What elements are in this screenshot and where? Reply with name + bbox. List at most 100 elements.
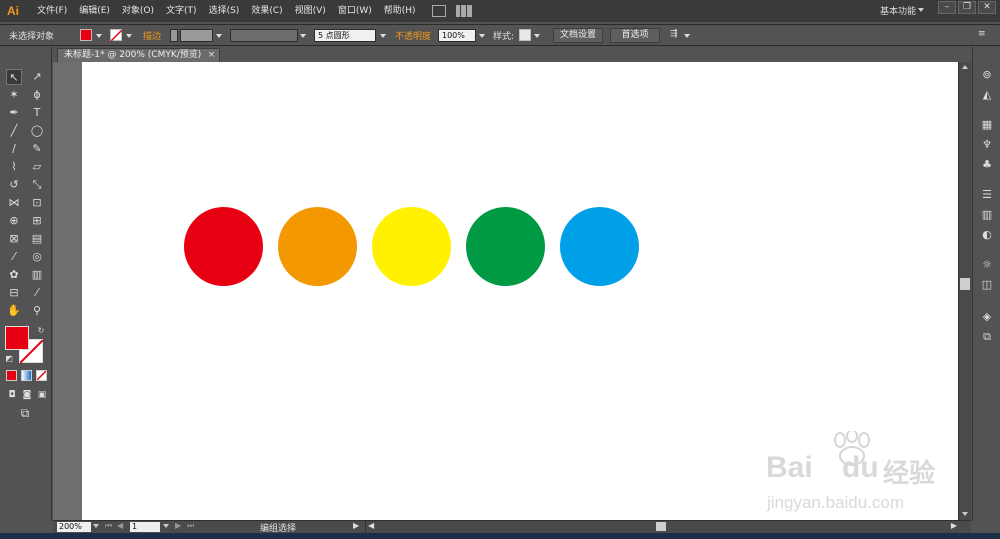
column-graph-tool-icon[interactable]: ▥ — [29, 267, 45, 283]
graphic-styles-panel-icon[interactable]: ◫ — [979, 277, 995, 293]
chevron-down-icon[interactable] — [96, 34, 102, 38]
panel-menu-icon[interactable]: ≡ — [978, 29, 986, 39]
minimize-button[interactable]: – — [938, 1, 956, 14]
menu-edit[interactable]: 编辑(E) — [73, 0, 116, 22]
draw-normal-icon[interactable]: ◘ — [4, 387, 20, 403]
chevron-down-icon[interactable] — [126, 34, 132, 38]
color-mode-icon[interactable] — [6, 370, 17, 381]
scale-tool-icon[interactable]: ⤡ — [29, 177, 45, 193]
fill-color-front[interactable] — [5, 326, 29, 350]
previous-artboard-icon[interactable]: ◀ — [117, 521, 123, 530]
close-icon[interactable]: × — [208, 49, 216, 62]
first-artboard-icon[interactable]: ⏮ — [105, 521, 112, 531]
pen-tool-icon[interactable]: ✒ — [6, 105, 22, 121]
slice-tool-icon[interactable]: ⁄ — [29, 285, 45, 301]
menu-effect[interactable]: 效果(C) — [245, 0, 288, 22]
chevron-down-icon[interactable] — [684, 34, 690, 38]
transparency-panel-icon[interactable]: ◐ — [979, 227, 995, 243]
swatches-panel-icon[interactable]: ▦ — [979, 117, 995, 133]
artboard-tool-icon[interactable]: ⊟ — [6, 285, 22, 301]
bridge-icon[interactable] — [431, 5, 446, 17]
document-setup-button[interactable]: 文档设置 — [553, 28, 603, 43]
vertical-scrollbar[interactable] — [958, 62, 971, 520]
stroke-panel-icon[interactable]: ☰ — [979, 187, 995, 203]
workspace-switcher[interactable]: 基本功能 — [880, 4, 916, 17]
mesh-tool-icon[interactable]: ⊠ — [6, 231, 22, 247]
width-tool-icon[interactable]: ⋈ — [6, 195, 22, 211]
menu-window[interactable]: 窗口(W) — [332, 0, 378, 22]
circle-orange[interactable] — [278, 207, 357, 286]
chevron-down-icon[interactable] — [163, 524, 169, 528]
eyedropper-tool-icon[interactable]: ⁄ — [6, 249, 22, 265]
symbol-sprayer-tool-icon[interactable]: ✿ — [6, 267, 22, 283]
swap-fill-stroke-icon[interactable]: ↻ — [33, 323, 49, 339]
pencil-tool-icon[interactable]: ✎ — [29, 141, 45, 157]
status-menu-icon[interactable]: ▶ — [353, 521, 359, 530]
circle-red[interactable] — [184, 207, 263, 286]
opacity-field[interactable]: 100% — [438, 29, 476, 42]
stroke-weight-field[interactable] — [180, 29, 213, 42]
chevron-down-icon[interactable] — [479, 34, 485, 38]
vertical-scroll-thumb[interactable] — [960, 278, 970, 290]
graphic-style-swatch[interactable] — [519, 29, 531, 41]
zoom-tool-icon[interactable]: ⚲ — [29, 303, 45, 319]
draw-inside-icon[interactable]: ▣ — [34, 387, 50, 403]
menu-type[interactable]: 文字(T) — [160, 0, 203, 22]
color-guide-panel-icon[interactable]: ◭ — [979, 87, 995, 103]
selection-tool-icon[interactable]: ↖ — [6, 69, 22, 85]
eraser-tool-icon[interactable]: ▱ — [29, 159, 45, 175]
chevron-down-icon[interactable] — [380, 34, 386, 38]
blob-brush-tool-icon[interactable]: ⌇ — [6, 159, 22, 175]
opacity-label-link[interactable]: 不透明度 — [395, 29, 431, 42]
perspective-grid-tool-icon[interactable]: ⊞ — [29, 213, 45, 229]
menu-file[interactable]: 文件(F) — [31, 0, 73, 22]
preferences-button[interactable]: 首选项 — [610, 28, 660, 43]
gradient-tool-icon[interactable]: ▤ — [29, 231, 45, 247]
type-tool-icon[interactable]: T — [29, 105, 45, 121]
lasso-tool-icon[interactable]: ϕ — [29, 87, 45, 103]
gradient-mode-icon[interactable] — [21, 370, 32, 381]
chevron-down-icon[interactable] — [216, 34, 222, 38]
stroke-label-link[interactable]: 描边 — [143, 29, 161, 42]
direct-selection-tool-icon[interactable]: ↗ — [29, 69, 45, 85]
chevron-down-icon[interactable] — [918, 8, 924, 12]
menu-help[interactable]: 帮助(H) — [378, 0, 422, 22]
align-menu-icon[interactable]: ⇶ — [670, 29, 678, 39]
close-button[interactable]: ✕ — [978, 1, 996, 14]
screen-mode-icon[interactable]: ⧉ — [17, 405, 33, 421]
menu-view[interactable]: 视图(V) — [289, 0, 332, 22]
magic-wand-tool-icon[interactable]: ✶ — [6, 87, 22, 103]
default-colors-icon[interactable]: ◩ — [1, 351, 17, 367]
circle-green[interactable] — [466, 207, 545, 286]
line-tool-icon[interactable]: ╱ — [6, 123, 22, 139]
brush-definition-field[interactable]: 5 点圆形 — [314, 29, 376, 42]
chevron-down-icon[interactable] — [300, 34, 306, 38]
draw-behind-icon[interactable]: ◙ — [19, 387, 35, 403]
chevron-down-icon[interactable] — [93, 524, 99, 528]
brushes-panel-icon[interactable]: ♆ — [979, 137, 995, 153]
artboards-panel-icon[interactable]: ⧉ — [979, 329, 995, 345]
fill-swatch[interactable] — [80, 29, 92, 41]
artboard-number-field[interactable]: 1 — [130, 522, 160, 532]
circle-blue[interactable] — [560, 207, 639, 286]
scroll-down-icon[interactable] — [962, 512, 968, 516]
last-artboard-icon[interactable]: ⏭ — [187, 521, 194, 531]
restore-button[interactable]: ❐ — [958, 1, 976, 14]
horizontal-scroll-thumb[interactable] — [656, 522, 666, 531]
scroll-left-icon[interactable]: ◀ — [368, 521, 374, 530]
rotate-tool-icon[interactable]: ↺ — [6, 177, 22, 193]
circle-yellow[interactable] — [372, 207, 451, 286]
paintbrush-tool-icon[interactable]: ∕ — [6, 141, 22, 157]
stroke-weight-stepper[interactable] — [170, 29, 178, 42]
scroll-right-icon[interactable]: ▶ — [951, 521, 957, 530]
free-transform-tool-icon[interactable]: ⊡ — [29, 195, 45, 211]
next-artboard-icon[interactable]: ▶ — [175, 521, 181, 530]
document-tab[interactable]: 未标题-1* @ 200% (CMYK/预览) × — [57, 48, 221, 62]
arrange-documents-icon[interactable] — [455, 5, 472, 17]
blend-tool-icon[interactable]: ◎ — [29, 249, 45, 265]
hand-tool-icon[interactable]: ✋ — [6, 303, 22, 319]
zoom-level-field[interactable]: 200% — [57, 522, 91, 532]
ellipse-tool-icon[interactable]: ◯ — [29, 123, 45, 139]
menu-object[interactable]: 对象(O) — [116, 0, 160, 22]
color-panel-icon[interactable]: ⊚ — [979, 67, 995, 83]
